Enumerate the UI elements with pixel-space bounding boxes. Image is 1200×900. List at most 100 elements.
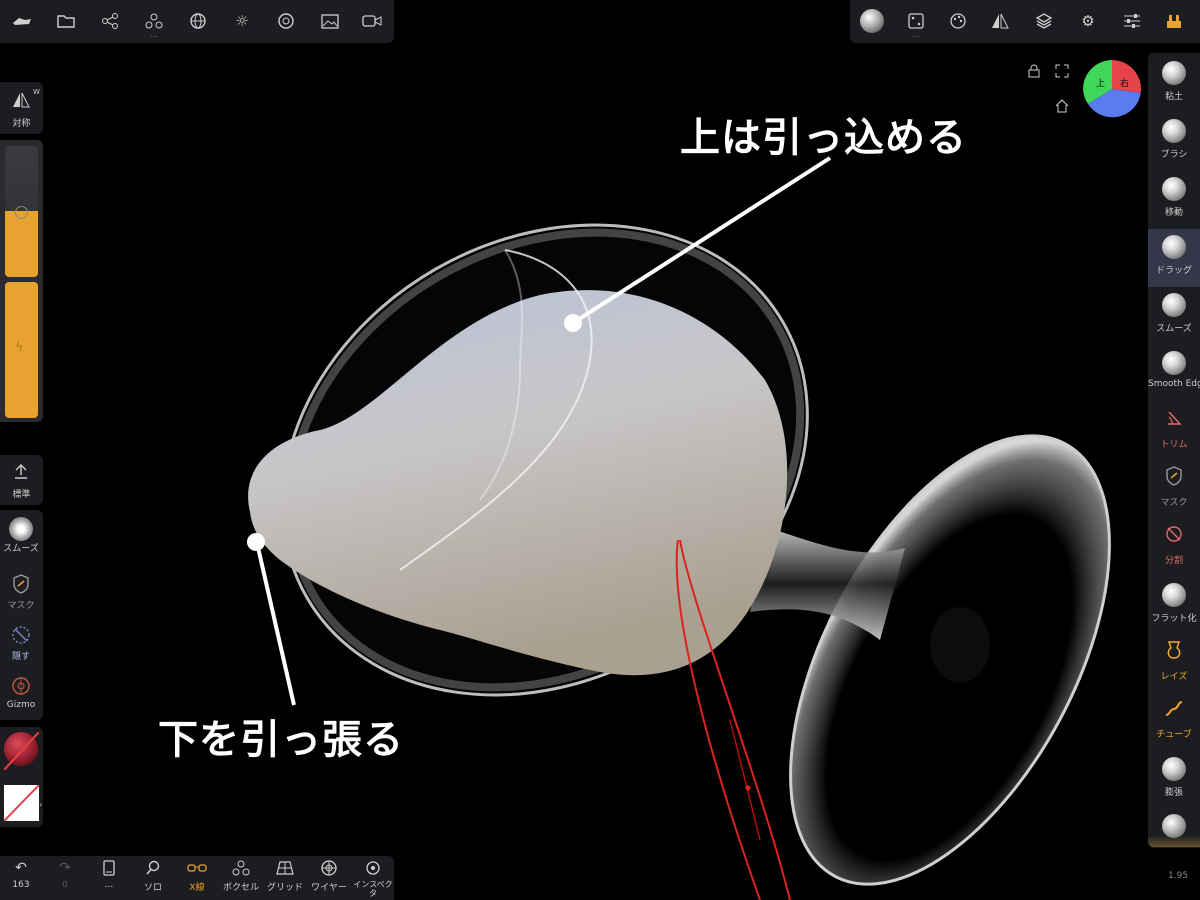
tool-7[interactable]: マスク (1148, 461, 1200, 519)
tube-icon (1148, 693, 1200, 723)
tool-label: 移動 (1164, 208, 1183, 218)
spheres-icon[interactable]: ... (136, 3, 172, 39)
symmetry-panel[interactable]: W 対称 (0, 82, 43, 134)
bottom-item-label: ワイヤー (311, 883, 347, 893)
size-slider-panel: ϟ (0, 140, 43, 422)
aperture-icon[interactable] (268, 3, 304, 39)
sliders-icon[interactable] (1114, 3, 1150, 39)
tool-6[interactable]: トリム (1148, 403, 1200, 461)
bottom-item-6[interactable]: インスペクタ (352, 856, 394, 900)
home-icon[interactable] (1055, 98, 1069, 113)
hide-icon (11, 625, 31, 649)
hide-tool[interactable]: 隠す (0, 620, 42, 672)
gear-icon[interactable]: ⚙ (1070, 3, 1106, 39)
bottom-item-label: X線 (189, 883, 205, 893)
bottom-item-5[interactable]: ワイヤー (308, 856, 350, 900)
trim-icon (1148, 403, 1200, 433)
top-right-toolbar: ... ⚙ (850, 0, 1200, 43)
scene-icon[interactable] (1156, 3, 1192, 39)
radius-slider[interactable] (5, 146, 38, 277)
undo-count: 163 (12, 880, 30, 890)
bottom-item-0[interactable]: ... (88, 856, 130, 900)
tool-2[interactable]: 移動 (1148, 171, 1200, 229)
tool-ball-icon (1162, 177, 1186, 201)
gizmo-tool[interactable]: Gizmo (0, 672, 42, 720)
sun-icon[interactable]: ☼ (224, 3, 260, 39)
mask-label: マスク (7, 601, 35, 611)
mask-tool[interactable]: マスク (0, 568, 42, 620)
mask-shield-icon (1148, 461, 1200, 491)
tool-9[interactable]: フラット化 (1148, 577, 1200, 635)
bottom-toolbar: ↶ 163 ↷ 0 ... ソロ X線 ボクセル グリッド ワイヤー インスペクタ (0, 856, 394, 900)
tool-4[interactable]: スムーズ (1148, 287, 1200, 345)
material-swatches: › (0, 727, 43, 827)
symmetry-triangle-icon[interactable] (982, 3, 1018, 39)
share-nodes-icon[interactable] (92, 3, 128, 39)
bottom-item-label: インスペクタ (353, 880, 393, 898)
ship-icon[interactable] (4, 3, 40, 39)
tool-label: 膨張 (1164, 788, 1183, 798)
palette-icon[interactable] (940, 3, 976, 39)
lock-icon[interactable] (1027, 63, 1041, 78)
gizmo-label: Gizmo (6, 700, 36, 710)
standard-panel[interactable]: 標準 (0, 455, 43, 505)
dice-icon[interactable]: ... (898, 3, 934, 39)
standard-label: 標準 (12, 490, 31, 500)
intensity-slider[interactable]: ϟ (5, 282, 38, 418)
color-swatch[interactable] (4, 785, 39, 821)
tool-5[interactable]: Smooth Edge (1148, 345, 1200, 403)
tool-label: マスク (1160, 498, 1188, 508)
layers-icon[interactable] (1026, 3, 1062, 39)
tool-8[interactable]: 分割 (1148, 519, 1200, 577)
redo-icon: ↷ (59, 860, 71, 876)
tool-10[interactable]: レイズ (1148, 635, 1200, 693)
bottom-item-2[interactable]: X線 (176, 856, 218, 900)
folder-icon[interactable] (48, 3, 84, 39)
video-icon[interactable] (354, 3, 390, 39)
annotation-line-bottom (255, 542, 296, 706)
orientation-cube[interactable]: 上 右 (1083, 60, 1141, 118)
tool-ball-icon (1162, 583, 1186, 607)
bottom-item-label: ... (104, 880, 114, 890)
tool-12[interactable]: 膨張 (1148, 751, 1200, 809)
tool-ball-icon (1162, 119, 1186, 143)
smooth-tool[interactable]: スムーズ (0, 514, 42, 566)
tool-label: ブラシ (1160, 150, 1188, 160)
axis-up-label: 上 (1096, 79, 1106, 89)
3d-viewport[interactable] (0, 0, 1200, 900)
wire-icon (308, 856, 350, 880)
redo-button[interactable]: ↷ 0 (44, 856, 86, 900)
symmetry-badge: W (33, 88, 40, 96)
undo-button[interactable]: ↶ 163 (0, 856, 42, 900)
tool-1[interactable]: ブラシ (1148, 113, 1200, 171)
bottom-item-1[interactable]: ソロ (132, 856, 174, 900)
image-icon[interactable] (312, 3, 348, 39)
grid-sphere-icon[interactable] (180, 3, 216, 39)
tool-partial[interactable] (1148, 809, 1200, 847)
fullscreen-icon[interactable] (1055, 63, 1069, 78)
tool-label: トリム (1160, 440, 1188, 450)
raise-icon (1148, 635, 1200, 665)
tool-3[interactable]: ドラッグ (1148, 229, 1200, 287)
matcap-swatch[interactable] (4, 732, 39, 770)
bottom-item-4[interactable]: グリッド (264, 856, 306, 900)
bottom-item-3[interactable]: ボクセル (220, 856, 262, 900)
mask-shield-icon (12, 574, 30, 598)
smooth-icon (9, 517, 33, 541)
tool-11[interactable]: チューブ (1148, 693, 1200, 751)
tool-label: フラット化 (1151, 614, 1197, 624)
tool-ball-icon (1162, 61, 1186, 85)
material-ball-icon[interactable] (854, 3, 890, 39)
bottom-item-label: グリッド (266, 883, 303, 893)
annotation-dot-top (564, 314, 582, 332)
top-left-toolbar: ... ☼ (0, 0, 394, 43)
radius-icon (15, 206, 28, 219)
tool-label: レイズ (1160, 672, 1188, 682)
upload-icon (13, 463, 29, 483)
bottom-item-label: ソロ (143, 883, 162, 893)
lightning-icon: ϟ (15, 340, 24, 355)
undo-icon: ↶ (15, 860, 27, 876)
smooth-label: スムーズ (3, 544, 39, 554)
tool-0[interactable]: 粘土 (1148, 55, 1200, 113)
tool-label: 粘土 (1164, 92, 1183, 102)
